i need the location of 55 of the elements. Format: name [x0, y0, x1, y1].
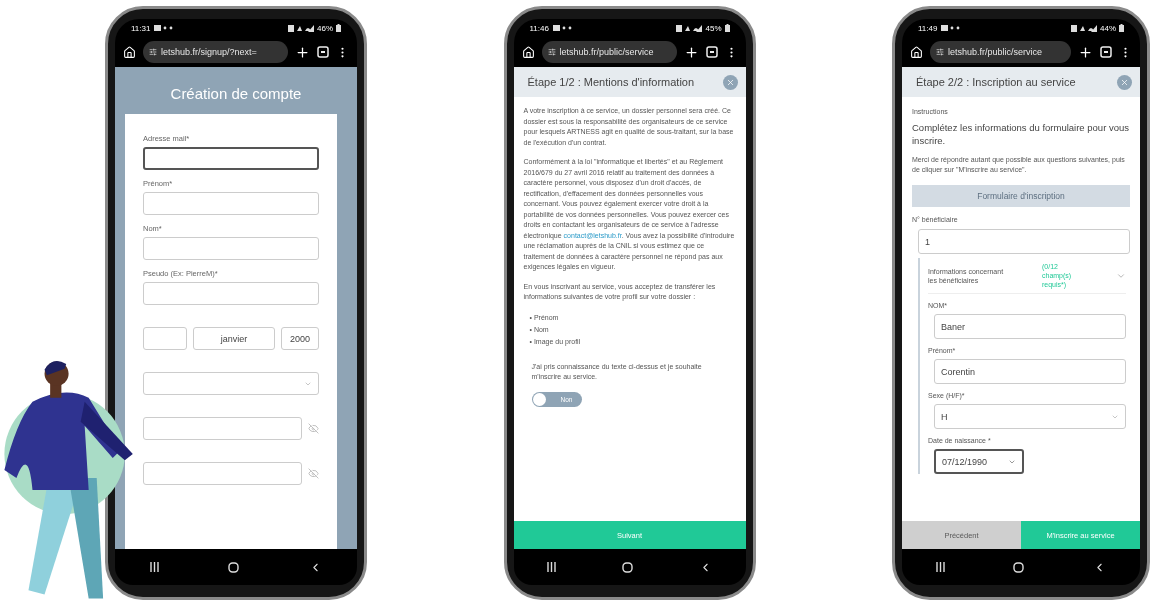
url-text: letshub.fr/signup/?next= — [161, 47, 257, 57]
recent-apps-icon[interactable] — [546, 562, 556, 572]
select-field[interactable]: H — [934, 404, 1126, 429]
year-field[interactable]: 2000 — [281, 327, 319, 350]
password-field[interactable] — [143, 462, 302, 485]
step-title: Étape 1/2 : Mentions d'information — [527, 76, 695, 88]
address-bar[interactable]: letshub.fr/public/service — [541, 41, 677, 63]
notification-icons-drawing — [941, 25, 962, 31]
page-title: Création de compte — [170, 85, 302, 102]
new-tab-icon[interactable] — [295, 44, 310, 60]
battery-level: 45% — [705, 23, 722, 33]
address-bar[interactable]: letshub.fr/public/service — [930, 41, 1071, 63]
site-settings-icon[interactable] — [547, 48, 556, 56]
new-tab-icon[interactable] — [1078, 44, 1093, 60]
home-icon[interactable] — [123, 45, 136, 59]
month-field[interactable]: janvier — [193, 327, 275, 350]
status-time: 11:46 — [529, 23, 549, 33]
battery-level: 44% — [1100, 23, 1116, 33]
battery-icon — [724, 24, 730, 32]
site-settings-icon[interactable] — [149, 48, 157, 56]
home-icon[interactable] — [910, 45, 923, 59]
tabs-icon[interactable] — [317, 46, 329, 58]
signal-icons-drawing — [676, 24, 703, 32]
address-bar[interactable]: letshub.fr/signup/?next= — [143, 41, 288, 63]
instructions-text: Complétez les informations du formulaire pour vous inscrire. — [912, 121, 1130, 147]
text-field[interactable]: Baner — [934, 314, 1126, 339]
tabs-icon[interactable] — [1100, 46, 1112, 58]
battery-icon — [336, 24, 341, 32]
date-field[interactable]: 07/12/1990 — [934, 449, 1024, 474]
site-settings-icon[interactable] — [936, 48, 944, 56]
battery-level: 46% — [317, 23, 333, 33]
status-time: 11:31 — [131, 23, 151, 33]
close-icon — [1120, 77, 1129, 87]
text-field[interactable]: Corentin — [934, 359, 1126, 384]
recent-apps-icon[interactable] — [149, 562, 159, 572]
text-field[interactable] — [143, 147, 319, 170]
tabs-icon[interactable] — [705, 46, 718, 58]
signal-icons-drawing — [1071, 24, 1097, 32]
home-icon[interactable] — [521, 45, 535, 59]
url-text: letshub.fr/public/service — [948, 47, 1043, 57]
url-text: letshub.fr/public/service — [559, 47, 654, 57]
close-icon — [725, 77, 735, 87]
text-field[interactable]: 1 — [918, 229, 1130, 254]
step-title: Étape 2/2 : Inscription au service — [916, 76, 1076, 88]
notification-icons-drawing — [552, 25, 573, 31]
recent-apps-icon[interactable] — [936, 562, 946, 572]
status-time: 11:49 — [918, 23, 938, 33]
notification-icons-drawing — [154, 25, 175, 31]
day-field[interactable] — [143, 327, 187, 350]
select-field[interactable] — [143, 372, 319, 395]
password-field[interactable] — [143, 417, 302, 440]
battery-icon — [1119, 24, 1124, 32]
signal-icons-drawing — [288, 24, 314, 32]
new-tab-icon[interactable] — [683, 44, 699, 60]
form-title: Formulaire d'inscription — [912, 185, 1130, 207]
